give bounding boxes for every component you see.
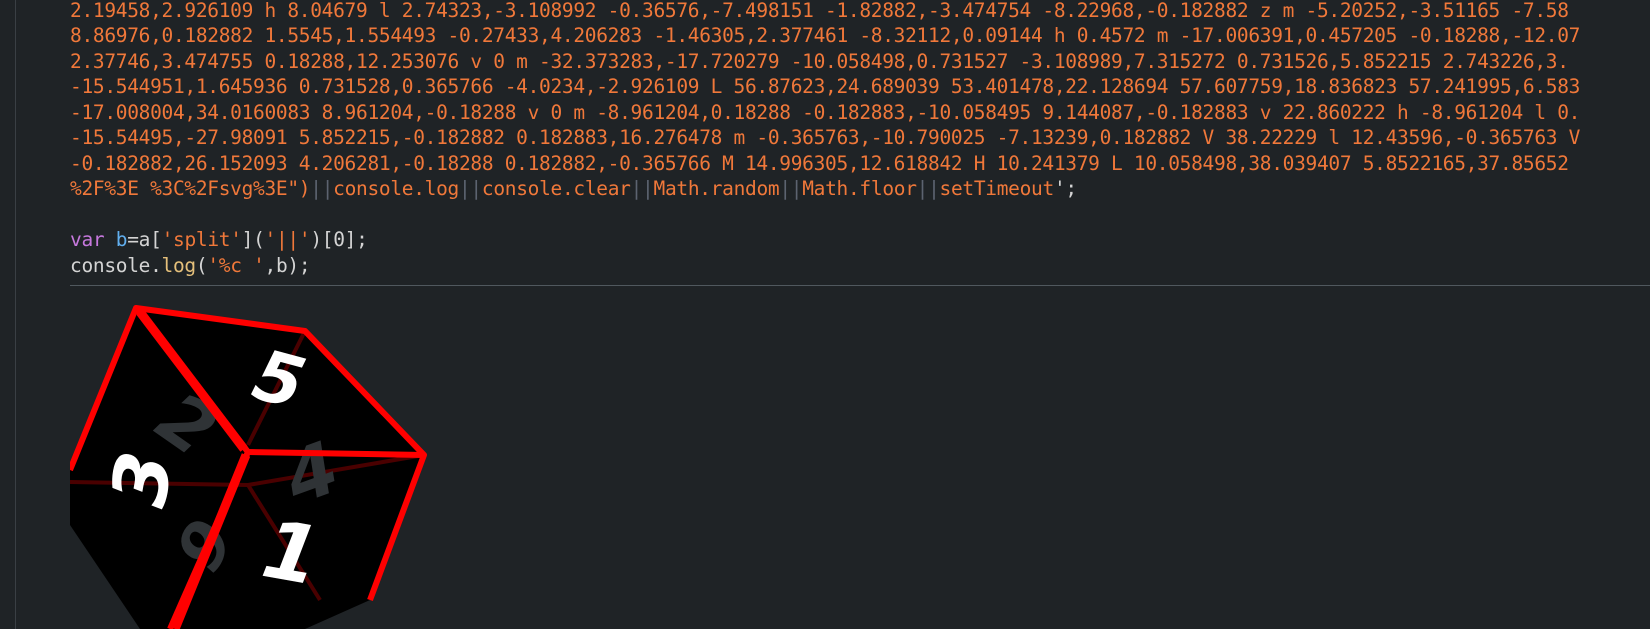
string-split: 'split' (161, 228, 242, 251)
code-text: )[0]; (310, 228, 368, 251)
string-item-math-floor: Math.floor (802, 177, 917, 200)
code-text: ,b); (264, 254, 311, 277)
string-item-math-random: Math.random (653, 177, 780, 200)
separator: || (458, 177, 482, 200)
code-line-string-7: -0.182882,26.152093 4.206281,-0.18288 0.… (70, 152, 1569, 175)
code-line-string-2: 8.86976,0.182882 1.5545,1.554493 -0.2743… (70, 24, 1581, 47)
statement-end: '; (1053, 177, 1077, 200)
string-item-settimeout: setTimeout (939, 177, 1055, 200)
keyword-var: var (70, 228, 105, 251)
string-separator: '||' (264, 228, 311, 251)
separator: || (630, 177, 654, 200)
code-text: ]( (241, 228, 265, 251)
dice-image: 2 4 6 5 3 1 (70, 305, 427, 629)
separator: || (310, 177, 334, 200)
separator: || (916, 177, 940, 200)
code-line-console-log: console.log('%c ',b); (70, 253, 311, 279)
code-line-string-3: 2.37746,3.474755 0.18288,12.253076 v 0 m… (70, 50, 1569, 73)
code-text: ( (195, 254, 208, 277)
code-line-var: var b=a['split']('||')[0]; (70, 227, 368, 253)
code-text: =a[ (127, 228, 162, 251)
string-item-console-log: console.log (333, 177, 459, 200)
code-line-string-5: -17.008004,34.0160083 8.961204,-0.18288 … (70, 101, 1581, 124)
string-item-console-clear: console.clear (481, 177, 631, 200)
separator: || (779, 177, 803, 200)
code-line-string-6: -15.54495,-27.98091 5.852215,-0.182882 0… (70, 126, 1581, 149)
method-log: log (161, 254, 197, 277)
console-output: 2 4 6 5 3 1 (0, 286, 1650, 629)
string-format: '%c ' (207, 254, 265, 277)
code-line-string-tail: %2F%3E %3C%2Fsvg%3E")||console.log||cons… (70, 176, 1077, 202)
code-line-string-1: 2.19458,2.926109 h 8.04679 l 2.74323,-3.… (70, 0, 1569, 22)
code-line-string-4: -15.544951,1.645936 0.731528,0.365766 -4… (70, 75, 1581, 98)
code-text: console. (70, 254, 162, 277)
variable-b: b (115, 228, 128, 251)
string-end: %2F%3E %3C%2Fsvg%3E") (70, 177, 311, 200)
